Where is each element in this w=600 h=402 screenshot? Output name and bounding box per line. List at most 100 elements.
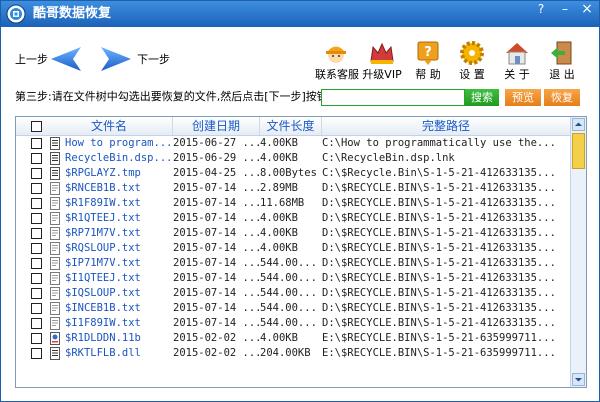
contact-service-button[interactable]: 联系客服: [315, 39, 359, 83]
row-checkbox[interactable]: [31, 258, 42, 269]
exit-button[interactable]: 退 出: [541, 39, 583, 83]
file-full-path: C:\How to programmatically use the...: [322, 137, 556, 149]
file-icon: [50, 227, 60, 240]
exit-label: 退 出: [549, 68, 575, 81]
file-icon: [50, 137, 60, 150]
prev-step-label: 上一步: [15, 53, 48, 66]
file-name: $RPGLAYZ.tmp: [65, 167, 141, 179]
settings-button[interactable]: 设 置: [451, 39, 493, 83]
column-header-date[interactable]: 创建日期: [173, 117, 260, 135]
table-row[interactable]: RecycleBin.dsp... 2015-06-29 ... 4.00KB C:\…: [16, 151, 570, 166]
file-name: $IQSLOUP.txt: [65, 287, 141, 299]
file-icon: [50, 347, 60, 360]
row-checkbox[interactable]: [31, 138, 42, 149]
prev-arrow-icon[interactable]: [49, 45, 83, 73]
next-step-label: 下一步: [137, 53, 170, 66]
table-row[interactable]: $R1F89IW.txt 2015-07-14 ... 11.68MB D:\$REC…: [16, 196, 570, 211]
app-logo-icon: [6, 4, 26, 24]
title-bar[interactable]: 酷哥数据恢复 ? – ×: [1, 1, 599, 27]
file-full-path: D:\$RECYCLE.BIN\S-1-5-21-412633135...: [322, 257, 556, 269]
row-checkbox[interactable]: [31, 243, 42, 254]
upgrade-vip-button[interactable]: 升级VIP: [361, 39, 403, 83]
table-row[interactable]: How to program... 2015-06-27 ... 4.00KB C:\…: [16, 136, 570, 151]
row-checkbox[interactable]: [31, 348, 42, 359]
close-button[interactable]: ×: [575, 2, 599, 16]
file-created-date: 2015-07-14 ...: [173, 182, 262, 194]
row-checkbox[interactable]: [31, 168, 42, 179]
next-arrow-icon[interactable]: [99, 45, 133, 73]
minimize-button[interactable]: –: [553, 2, 577, 16]
file-created-date: 2015-07-14 ...: [173, 302, 262, 314]
file-icon: [50, 287, 60, 300]
file-name: $INCEB1B.txt: [65, 302, 141, 314]
file-full-path: D:\$RECYCLE.BIN\S-1-5-21-412633135...: [322, 242, 556, 254]
file-size: 11.68MB: [260, 197, 305, 209]
file-size: 4.00KB: [260, 212, 298, 224]
table-row[interactable]: $I1F89IW.txt 2015-07-14 ... 544.00... D:\$R…: [16, 316, 570, 331]
table-row[interactable]: $R1QTEEJ.txt 2015-07-14 ... 4.00KB D:\$RECY…: [16, 211, 570, 226]
file-icon: [50, 167, 60, 180]
row-checkbox[interactable]: [31, 303, 42, 314]
row-checkbox[interactable]: [31, 228, 42, 239]
column-header-path[interactable]: 完整路径: [322, 117, 570, 135]
table-row[interactable]: $RPGLAYZ.tmp 2015-04-25 ... 8.00Bytes C:\$R…: [16, 166, 570, 181]
scroll-thumb[interactable]: [572, 133, 585, 169]
row-checkbox[interactable]: [31, 153, 42, 164]
row-checkbox[interactable]: [31, 288, 42, 299]
column-header-name[interactable]: 文件名: [46, 117, 173, 135]
help-button[interactable]: ? 帮 助: [407, 39, 449, 83]
chevron-down-icon: [575, 378, 582, 382]
table-row[interactable]: $RKTLFLB.dll 2015-02-02 ... 204.00KB E:\$RE…: [16, 346, 570, 361]
row-checkbox[interactable]: [31, 213, 42, 224]
svg-text:?: ?: [424, 45, 432, 60]
row-checkbox[interactable]: [31, 333, 42, 344]
step-instruction: 第三步:请在文件树中勾选出要恢复的文件,然后点击[下一步]按钮: [15, 90, 328, 103]
file-name: $I1QTEEJ.txt: [65, 272, 141, 284]
gear-icon: [460, 41, 484, 65]
file-full-path: C:\RecycleBin.dsp.lnk: [322, 152, 455, 164]
scroll-up-button[interactable]: [572, 118, 585, 131]
file-created-date: 2015-07-14 ...: [173, 212, 262, 224]
file-created-date: 2015-02-02 ...: [173, 332, 262, 344]
file-created-date: 2015-07-14 ...: [173, 197, 262, 209]
row-checkbox[interactable]: [31, 198, 42, 209]
table-row[interactable]: $I1QTEEJ.txt 2015-07-14 ... 544.00... D:\$R…: [16, 271, 570, 286]
preview-button[interactable]: 预览: [505, 89, 541, 106]
file-full-path: D:\$RECYCLE.BIN\S-1-5-21-412633135...: [322, 272, 556, 284]
row-checkbox[interactable]: [31, 273, 42, 284]
file-name: $RQSLOUP.txt: [65, 242, 141, 254]
table-row[interactable]: $INCEB1B.txt 2015-07-14 ... 544.00... D:\$R…: [16, 301, 570, 316]
file-created-date: 2015-07-14 ...: [173, 227, 262, 239]
row-checkbox[interactable]: [31, 318, 42, 329]
file-name: $R1DLDDN.11b: [65, 332, 141, 344]
search-button[interactable]: 搜索: [465, 89, 499, 106]
column-header-size[interactable]: 文件长度: [260, 117, 322, 135]
chevron-up-icon: [575, 122, 582, 126]
about-button[interactable]: 关 于: [496, 39, 538, 83]
table-row[interactable]: $RNCEB1B.txt 2015-07-14 ... 2.89MB D:\$RECY…: [16, 181, 570, 196]
table-row[interactable]: $IP71M7V.txt 2015-07-14 ... 544.00... D:\$R…: [16, 256, 570, 271]
house-icon: [506, 43, 528, 65]
help-window-button[interactable]: ?: [529, 2, 553, 16]
table-row[interactable]: $RQSLOUP.txt 2015-07-14 ... 4.00KB D:\$RECY…: [16, 241, 570, 256]
app-window: 酷哥数据恢复 ? – × 上一步 下一步 联系客服 升级VIP ? 帮 助 设 …: [0, 0, 600, 402]
exit-icon: [551, 41, 572, 65]
file-name: $RKTLFLB.dll: [65, 347, 141, 359]
vertical-scrollbar[interactable]: [570, 117, 586, 387]
search-input[interactable]: [321, 89, 465, 106]
file-icon: [50, 212, 60, 225]
row-checkbox[interactable]: [31, 183, 42, 194]
recover-button[interactable]: 恢复: [544, 89, 580, 106]
table-body: How to program... 2015-06-27 ... 4.00KB C:\…: [16, 136, 570, 361]
file-list: 文件名 创建日期 文件长度 完整路径 How to program... 2015…: [15, 116, 587, 388]
select-all-checkbox[interactable]: [31, 121, 42, 132]
table-row[interactable]: $R1DLDDN.11b 2015-02-02 ... 4.00KB E:\$RECY…: [16, 331, 570, 346]
scroll-down-button[interactable]: [572, 373, 585, 386]
file-full-path: D:\$RECYCLE.BIN\S-1-5-21-412633135...: [322, 197, 556, 209]
file-size: 4.00KB: [260, 242, 298, 254]
table-row[interactable]: $IQSLOUP.txt 2015-07-14 ... 544.00... D:\$R…: [16, 286, 570, 301]
file-icon: [50, 302, 60, 315]
table-row[interactable]: $RP71M7V.txt 2015-07-14 ... 4.00KB D:\$RECY…: [16, 226, 570, 241]
file-icon: [50, 242, 60, 255]
file-created-date: 2015-06-27 ...: [173, 137, 262, 149]
